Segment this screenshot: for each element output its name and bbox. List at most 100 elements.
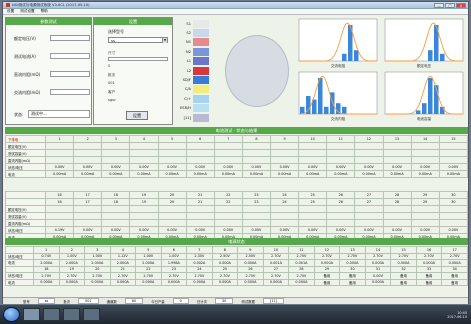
row-label: 电流 — [5, 278, 34, 286]
taskbar: 10:45 2017-06-10 — [0, 305, 471, 324]
info-value: sgsc — [108, 98, 117, 102]
value-cell — [241, 149, 272, 157]
status-value: [11] — [262, 298, 284, 304]
menu-help[interactable]: 帮助 — [41, 9, 48, 14]
status-label: 通道数 — [106, 299, 117, 304]
current-cell: 0.00mA — [101, 170, 131, 178]
row-label: 状态/电压 — [5, 163, 46, 171]
status-swatch — [193, 76, 209, 85]
channel-section: 电源状态 1 2 3 4 5 6 7 8 9 10 11 12 13 14 15 16 17 状态/电压 0.74V… — [5, 238, 468, 286]
current-cell: 0.00mA — [298, 170, 328, 178]
column-header: 9 — [269, 135, 300, 143]
value-cell — [101, 212, 131, 220]
column-header: 30 — [438, 191, 469, 199]
column-header: 25 — [298, 198, 328, 206]
value-cell — [410, 205, 440, 213]
value-cell — [213, 219, 243, 227]
ac-resistance-field[interactable] — [50, 89, 90, 95]
voltage-cell: 0.00V — [241, 226, 272, 234]
row-label — [5, 191, 46, 199]
voltage-cell: 4.19V — [44, 226, 75, 234]
menu-bar: 设置 测试设置 帮助 — [3, 9, 468, 15]
dc-resistance-field[interactable] — [50, 71, 90, 77]
value-cell — [382, 142, 412, 150]
column-header: 1 — [44, 135, 75, 143]
value-cell — [157, 149, 187, 157]
row-label: 状态/电压 — [5, 226, 46, 234]
row-label: 直流内阻(mΩ) — [5, 156, 46, 164]
value-cell — [438, 205, 469, 213]
value-cell — [213, 149, 243, 157]
value-cell — [44, 142, 75, 150]
value-cell — [326, 219, 356, 227]
status-value: 001 — [78, 298, 99, 304]
menu-settings[interactable]: 设置 — [7, 9, 14, 14]
value-cell — [44, 212, 75, 220]
value-cell — [73, 219, 103, 227]
chart-label: 交流电阻 — [331, 63, 346, 68]
voltage-cell: 0.00V — [213, 226, 243, 234]
voltage-cell: 0.00V — [101, 163, 131, 171]
value-cell — [185, 205, 215, 213]
column-header: 12 — [354, 135, 384, 143]
value-cell — [298, 212, 328, 220]
status-code-row: S2 — [177, 28, 217, 38]
channel-current-cell: 备用 — [390, 278, 417, 286]
voltage-cell: 0.00V — [354, 226, 384, 234]
current-cell: 0.00mA — [157, 170, 187, 178]
apply-settings-button[interactable]: 设置 — [126, 111, 148, 120]
status-code-label: N2 — [186, 49, 191, 54]
value-cell — [354, 212, 384, 220]
title-bar: NGI测试与电源测试系统 V3.0CL (2017-05-10) — □ ✕ — [3, 2, 468, 9]
value-cell — [129, 219, 159, 227]
status-swatch — [193, 85, 209, 94]
maximize-button[interactable]: □ — [445, 2, 455, 8]
value-cell — [185, 142, 215, 150]
voltage-cell: 0.00V — [438, 226, 469, 234]
row-label: 测试容量(V) — [5, 212, 46, 220]
chart-label: 额定电压 — [417, 63, 432, 68]
histogram-bar — [440, 106, 445, 114]
value-cell — [410, 142, 440, 150]
row-label — [5, 198, 46, 206]
taskbar-app[interactable] — [83, 308, 100, 321]
current-cell: 0.00mA — [269, 170, 300, 178]
taskbar-app[interactable] — [23, 308, 40, 321]
status-code-label: S1 — [186, 21, 191, 26]
status-code-row: N1 — [177, 38, 217, 47]
column-header: 4 — [129, 135, 159, 143]
taskbar-app[interactable] — [63, 308, 80, 321]
results-header: 电池测试 · 状态与结果 — [5, 127, 468, 134]
status-code-row: L2 — [177, 66, 217, 75]
voltage-cell: 0.00V — [382, 163, 412, 171]
close-button[interactable]: ✕ — [456, 2, 466, 8]
value-cell — [326, 156, 356, 164]
value-cell — [410, 149, 440, 157]
value-cell — [157, 142, 187, 150]
size-field[interactable] — [108, 57, 168, 61]
current-cell: 0.00mA — [326, 170, 356, 178]
setup-panel: 设置 选择型号 ss ▼ 尺寸 S 批次 001 客户 sgsc 设置 — [93, 17, 173, 125]
minimize-button[interactable]: — — [434, 2, 444, 8]
value-cell — [241, 156, 272, 164]
voltage-cell: 0.00V — [129, 163, 159, 171]
voltage-cell: 0.00V — [73, 226, 103, 234]
column-header: 2 — [73, 135, 103, 143]
value-cell — [129, 149, 159, 157]
model-select[interactable]: ss ▼ — [108, 37, 168, 43]
column-header: 10 — [298, 135, 328, 143]
status-code-row: ESR/H — [177, 104, 217, 113]
voltage-field[interactable] — [50, 35, 90, 41]
value-cell — [73, 142, 103, 150]
menu-test-settings[interactable]: 测试设置 — [20, 9, 34, 14]
model-label: 选择型号 — [108, 29, 124, 34]
value-cell — [241, 142, 272, 150]
voltage-cell: 0.00V — [298, 163, 328, 171]
taskbar-app[interactable] — [43, 308, 60, 321]
value-cell — [438, 212, 469, 220]
start-button[interactable] — [3, 307, 20, 322]
value-cell — [241, 212, 272, 220]
clock: 10:45 2017-06-10 — [447, 310, 467, 319]
current-field[interactable] — [50, 53, 90, 59]
column-header: 24 — [269, 198, 300, 206]
